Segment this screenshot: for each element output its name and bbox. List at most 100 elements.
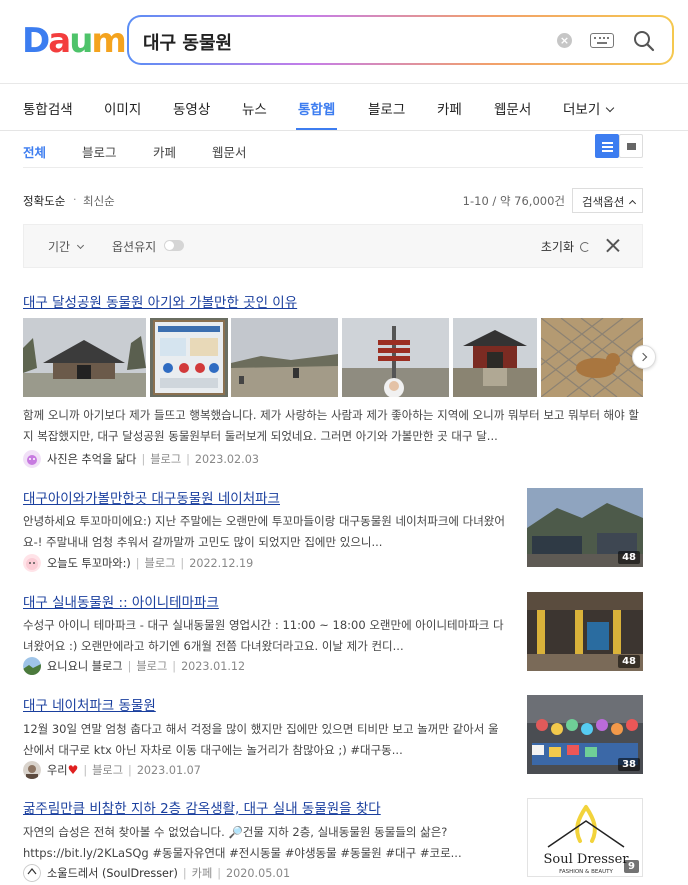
tab-all[interactable]: 통합검색 bbox=[23, 98, 73, 118]
subtab-cafe[interactable]: 카페 bbox=[153, 142, 176, 161]
post-date: 2022.12.19 bbox=[189, 556, 254, 570]
result-title[interactable]: 대구 네이처파크 동물원 bbox=[23, 694, 156, 714]
result-photo[interactable] bbox=[150, 318, 228, 397]
sort-accuracy[interactable]: 정확도순 bbox=[23, 193, 65, 209]
photo-count-badge: 48 bbox=[618, 655, 640, 668]
photo-count-badge: 38 bbox=[618, 758, 640, 771]
refresh-icon bbox=[580, 242, 590, 252]
author-name[interactable]: 요니요니 블로그 bbox=[47, 658, 123, 674]
result-snippet: 안녕하세요 투꼬마미에요:) 지난 주말에는 오랜만에 투꼬마들이랑 대구동물원… bbox=[23, 514, 505, 549]
period-dropdown[interactable]: 기간 bbox=[48, 238, 85, 255]
logo-letter: a bbox=[48, 21, 71, 61]
result-meta: 사진은 추억을 닮다 | 블로그 | 2023.02.03 bbox=[23, 450, 259, 468]
image-view-icon[interactable] bbox=[619, 134, 643, 158]
meta-divider: | bbox=[180, 556, 185, 570]
meta-divider: | bbox=[172, 659, 177, 673]
author-name[interactable]: 사진은 추억을 닮다 bbox=[47, 451, 136, 467]
avatar[interactable] bbox=[23, 657, 41, 675]
brand-logo-text: Soul Dresser bbox=[544, 852, 630, 867]
subtab-webdoc[interactable]: 웹문서 bbox=[212, 142, 247, 161]
header: Daum 대구 동물원 × bbox=[0, 0, 688, 84]
search-input[interactable]: 대구 동물원 × bbox=[129, 17, 672, 63]
result-thumbnail[interactable]: 48 bbox=[527, 592, 643, 671]
result-snippet: 12월 30일 연말 엄청 춥다고 해서 걱정을 많이 했지만 집에만 있으면 … bbox=[23, 722, 499, 757]
meta-divider: | bbox=[141, 452, 146, 466]
tab-video[interactable]: 동영상 bbox=[173, 98, 210, 118]
result-meta: 소울드레서 (SoulDresser) | 카페 | 2020.05.01 bbox=[23, 864, 290, 882]
author-name[interactable]: 오늘도 투꼬마와:) bbox=[47, 555, 131, 571]
meta-divider: | bbox=[217, 866, 222, 880]
meta-divider: | bbox=[127, 659, 132, 673]
result-snippet: 수성구 아이니 테마파크 - 대구 실내동물원 영업시간 : 11:00 ~ 1… bbox=[23, 618, 504, 653]
search-options-button[interactable]: 검색옵션 bbox=[572, 188, 643, 213]
photo-count-badge: 48 bbox=[618, 551, 640, 564]
tab-blog[interactable]: 블로그 bbox=[368, 98, 405, 118]
keep-option-toggle[interactable] bbox=[164, 240, 184, 251]
source-type: 카페 bbox=[191, 867, 213, 880]
tab-cafe[interactable]: 카페 bbox=[437, 98, 462, 118]
result-thumbnail[interactable]: 38 bbox=[527, 695, 643, 774]
avatar[interactable] bbox=[23, 450, 41, 468]
search-query[interactable]: 대구 동물원 bbox=[143, 29, 232, 55]
source-type: 블로그 bbox=[150, 453, 182, 466]
search-box: 대구 동물원 × bbox=[127, 15, 674, 65]
author-name-text: 우리 bbox=[47, 764, 68, 777]
result-photo[interactable] bbox=[453, 318, 537, 397]
result-photo[interactable] bbox=[342, 318, 449, 397]
author-name[interactable]: 우리♥ bbox=[47, 762, 78, 778]
sub-tabs: 전체 블로그 카페 웹문서 bbox=[23, 131, 643, 168]
tab-webdoc[interactable]: 웹문서 bbox=[494, 98, 531, 118]
tab-image[interactable]: 이미지 bbox=[104, 98, 141, 118]
reset-label: 초기화 bbox=[540, 240, 574, 254]
search-options-label: 검색옵션 bbox=[582, 195, 625, 209]
result-title[interactable]: 대구아이와가볼만한곳 대구동물원 네이처파크 bbox=[23, 487, 280, 507]
result-thumbnail[interactable]: Soul Dresser FASHION & BEAUTY 9 bbox=[527, 798, 643, 877]
avatar[interactable] bbox=[23, 761, 41, 779]
result-title[interactable]: 굶주림만큼 비참한 지하 2층 감옥생활, 대구 실내 동물원을 찾다 bbox=[23, 797, 381, 817]
close-icon[interactable] bbox=[606, 238, 620, 252]
subtab-blog[interactable]: 블로그 bbox=[82, 142, 117, 161]
filter-panel: 기간 옵션유지 초기화 bbox=[23, 224, 643, 268]
result-photo[interactable] bbox=[23, 318, 146, 397]
source-type: 블로그 bbox=[136, 660, 168, 673]
chevron-up-icon bbox=[629, 199, 637, 208]
chevron-down-icon bbox=[77, 241, 85, 250]
heart-icon: ♥ bbox=[67, 763, 79, 777]
sort-separator: · bbox=[73, 193, 77, 206]
chevron-down-icon bbox=[606, 103, 615, 113]
brand-logo-tagline: FASHION & BEAUTY bbox=[559, 869, 613, 875]
subtab-all[interactable]: 전체 bbox=[23, 142, 46, 161]
meta-divider: | bbox=[186, 452, 190, 466]
result-thumbnail[interactable]: 48 bbox=[527, 488, 643, 567]
tab-web[interactable]: 통합웹 bbox=[295, 98, 338, 130]
main-tabs: 통합검색 이미지 동영상 뉴스 통합웹 블로그 카페 웹문서 더보기 bbox=[0, 84, 688, 131]
keyboard-icon[interactable] bbox=[590, 33, 614, 48]
clear-icon[interactable]: × bbox=[557, 33, 572, 48]
meta-divider: | bbox=[135, 556, 140, 570]
meta-divider: | bbox=[182, 866, 187, 880]
daum-logo[interactable]: Daum bbox=[22, 21, 127, 61]
sort-recent[interactable]: 최신순 bbox=[83, 193, 115, 209]
avatar[interactable] bbox=[23, 864, 41, 882]
avatar[interactable] bbox=[23, 554, 41, 572]
search-icon[interactable] bbox=[632, 29, 656, 53]
tab-more[interactable]: 더보기 bbox=[563, 98, 615, 118]
post-date: 2020.05.01 bbox=[226, 866, 291, 880]
meta-divider: | bbox=[128, 763, 132, 777]
author-name[interactable]: 소울드레서 (SoulDresser) bbox=[47, 865, 178, 881]
next-photo-button[interactable] bbox=[632, 345, 656, 369]
keep-option-label: 옵션유지 bbox=[112, 240, 157, 254]
result-title[interactable]: 대구 달성공원 동물원 아기와 가볼만한 곳인 이유 bbox=[23, 291, 297, 311]
result-photo[interactable] bbox=[231, 318, 338, 397]
photo-count-badge: 9 bbox=[624, 860, 639, 873]
result-photo[interactable] bbox=[541, 318, 643, 397]
logo-letter: D bbox=[22, 21, 50, 61]
result-meta: 우리♥ | 블로그 | 2023.01.07 bbox=[23, 761, 201, 779]
post-date: 2023.02.03 bbox=[194, 452, 259, 466]
result-title[interactable]: 대구 실내동물원 :: 아이니테마파크 bbox=[23, 591, 219, 611]
tab-news[interactable]: 뉴스 bbox=[242, 98, 267, 118]
logo-letter: u bbox=[69, 21, 93, 61]
result-meta: 요니요니 블로그 | 블로그 | 2023.01.12 bbox=[23, 657, 245, 675]
reset-button[interactable]: 초기화 bbox=[541, 238, 590, 255]
list-view-icon[interactable] bbox=[595, 134, 619, 158]
